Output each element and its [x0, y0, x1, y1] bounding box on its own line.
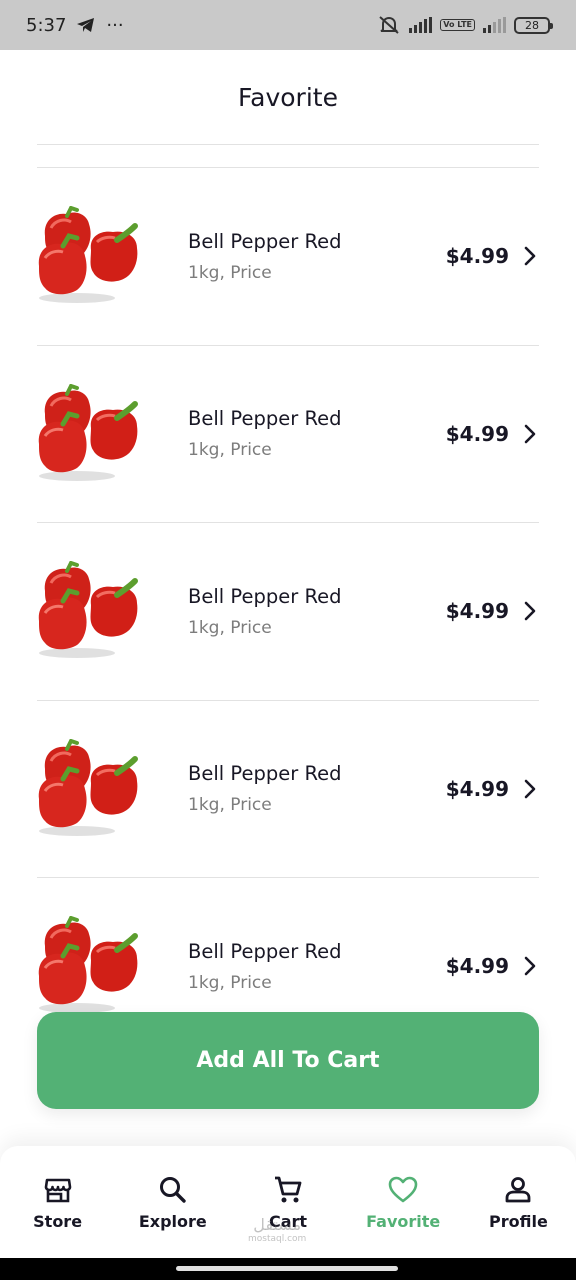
- battery-icon: 28: [514, 16, 553, 34]
- chevron-right-icon[interactable]: [523, 956, 537, 976]
- nav-label-profile: Profile: [489, 1211, 548, 1231]
- item-name: Bell Pepper Red: [188, 762, 342, 786]
- nav-label-favorite: Favorite: [366, 1211, 441, 1231]
- item-unit: 1kg, Price: [188, 440, 272, 461]
- nav-item-favorite[interactable]: Favorite: [346, 1146, 461, 1258]
- chevron-right-icon[interactable]: [523, 424, 537, 444]
- search-icon: [159, 1176, 186, 1203]
- item-unit: 1kg, Price: [188, 795, 272, 816]
- status-right: Vo LTE 28: [377, 15, 553, 35]
- item-info: Bell Pepper Red 1kg, Price: [188, 230, 342, 283]
- nav-item-store[interactable]: Store: [0, 1146, 115, 1258]
- add-all-label: Add All To Cart: [196, 1048, 380, 1073]
- status-bar: 5:37 ··· Vo LTE 28: [0, 0, 576, 50]
- item-name: Bell Pepper Red: [188, 229, 342, 253]
- item-info: Bell Pepper Red 1kg, Price: [188, 940, 342, 993]
- signal-2-icon: [483, 17, 506, 33]
- item-unit: 1kg, Price: [188, 617, 272, 638]
- watermark: مستقل mostaql.com: [248, 1217, 307, 1246]
- item-price: $4.99: [445, 421, 509, 446]
- list-item[interactable]: Bell Pepper Red 1kg, Price $4.99: [37, 699, 539, 878]
- header: Favorite: [0, 50, 576, 144]
- item-price: $4.99: [445, 599, 509, 624]
- item-name: Bell Pepper Red: [188, 407, 342, 431]
- nav-item-explore[interactable]: Explore: [115, 1146, 230, 1258]
- item-info: Bell Pepper Red 1kg, Price: [188, 407, 342, 460]
- heart-icon: [388, 1176, 418, 1202]
- bell-pepper-image: [37, 738, 147, 839]
- add-all-to-cart-button[interactable]: Add All To Cart: [37, 1012, 539, 1109]
- watermark-latin: mostaql.com: [248, 1234, 307, 1244]
- telegram-icon: [77, 18, 95, 32]
- favorite-list: Bell Pepper Red 1kg, Price $4.99 Bell Pe…: [37, 167, 539, 1055]
- signal-icon: [409, 17, 433, 33]
- item-unit: 1kg, Price: [188, 972, 272, 993]
- bell-pepper-image: [37, 915, 147, 1016]
- bell-pepper-image: [37, 383, 147, 484]
- item-price: $4.99: [445, 776, 509, 801]
- item-info: Bell Pepper Red 1kg, Price: [188, 762, 342, 815]
- status-time: 5:37: [26, 14, 67, 36]
- nav-label-store: Store: [33, 1211, 83, 1231]
- item-info: Bell Pepper Red 1kg, Price: [188, 585, 342, 638]
- cart-icon: [275, 1176, 302, 1202]
- battery-level: 28: [525, 18, 539, 32]
- item-name: Bell Pepper Red: [188, 939, 342, 963]
- chevron-right-icon[interactable]: [523, 246, 537, 266]
- chevron-right-icon[interactable]: [523, 779, 537, 799]
- bell-pepper-image: [37, 560, 147, 661]
- nav-item-profile[interactable]: Profile: [461, 1146, 576, 1258]
- more-notifications-icon: ···: [106, 14, 124, 36]
- item-unit: 1kg, Price: [188, 262, 272, 283]
- chevron-right-icon[interactable]: [523, 601, 537, 621]
- profile-icon: [506, 1176, 531, 1202]
- item-price: $4.99: [445, 244, 509, 269]
- item-name: Bell Pepper Red: [188, 584, 342, 608]
- bell-pepper-image: [37, 205, 147, 306]
- list-item[interactable]: Bell Pepper Red 1kg, Price $4.99: [37, 167, 539, 345]
- store-icon: [44, 1178, 71, 1202]
- mute-bell-icon: [379, 16, 399, 34]
- home-indicator[interactable]: [176, 1266, 398, 1271]
- page-title: Favorite: [238, 82, 338, 112]
- volte-icon: Vo LTE: [440, 19, 475, 31]
- status-left: 5:37 ···: [26, 15, 124, 36]
- header-divider: [37, 144, 539, 145]
- list-item[interactable]: Bell Pepper Red 1kg, Price $4.99: [37, 344, 539, 523]
- item-price: $4.99: [445, 954, 509, 979]
- nav-label-explore: Explore: [138, 1211, 207, 1231]
- list-item[interactable]: Bell Pepper Red 1kg, Price $4.99: [37, 522, 539, 700]
